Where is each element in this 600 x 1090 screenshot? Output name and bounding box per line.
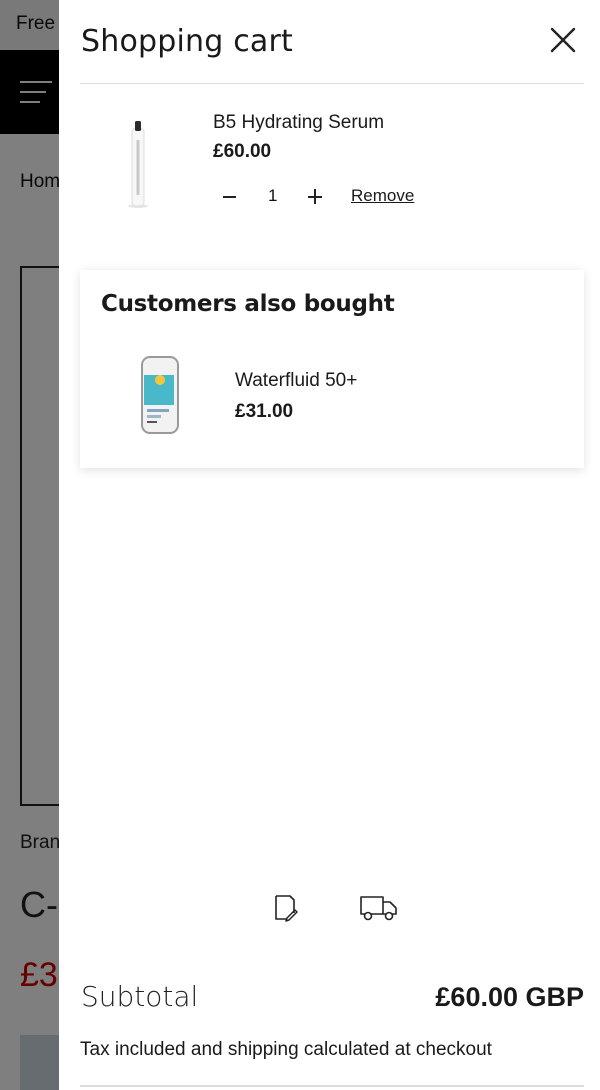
upsell-product-price: £31.00 bbox=[235, 401, 294, 422]
close-icon bbox=[550, 27, 576, 53]
cart-line-item: B5 Hydrating Serum £60.00 1 Remove bbox=[80, 100, 584, 230]
upsell-product[interactable]: Waterfluid 50+ £31.00 bbox=[80, 350, 584, 440]
footer-divider bbox=[80, 1085, 584, 1087]
quantity-decrease-button[interactable] bbox=[221, 184, 239, 208]
tax-note: Tax included and shipping calculated at … bbox=[80, 1039, 492, 1060]
item-price: £60.00 bbox=[213, 141, 272, 162]
delivery-truck-icon[interactable] bbox=[359, 893, 399, 923]
header-divider bbox=[80, 83, 584, 84]
upsell-title: Customers also bought bbox=[101, 291, 395, 317]
cart-drawer: Shopping cart B5 Hydrating Serum £60.00 … bbox=[59, 0, 600, 1090]
upsell-product-name[interactable]: Waterfluid 50+ bbox=[235, 370, 357, 392]
quantity-value[interactable]: 1 bbox=[268, 186, 277, 206]
item-name[interactable]: B5 Hydrating Serum bbox=[213, 112, 384, 134]
sunscreen-bottle-image[interactable] bbox=[136, 353, 184, 437]
upsell-panel: Customers also bought Waterfluid 50+ £31… bbox=[80, 270, 584, 468]
remove-link[interactable]: Remove bbox=[351, 186, 414, 206]
quantity-increase-button[interactable] bbox=[306, 184, 324, 208]
drawer-title: Shopping cart bbox=[81, 24, 293, 59]
serum-bottle-image[interactable] bbox=[108, 120, 168, 210]
note-edit-icon[interactable] bbox=[272, 893, 298, 923]
subtotal-value: £60.00 GBP bbox=[435, 982, 584, 1012]
subtotal-label: Subtotal bbox=[81, 980, 199, 1013]
close-button[interactable] bbox=[549, 26, 577, 54]
